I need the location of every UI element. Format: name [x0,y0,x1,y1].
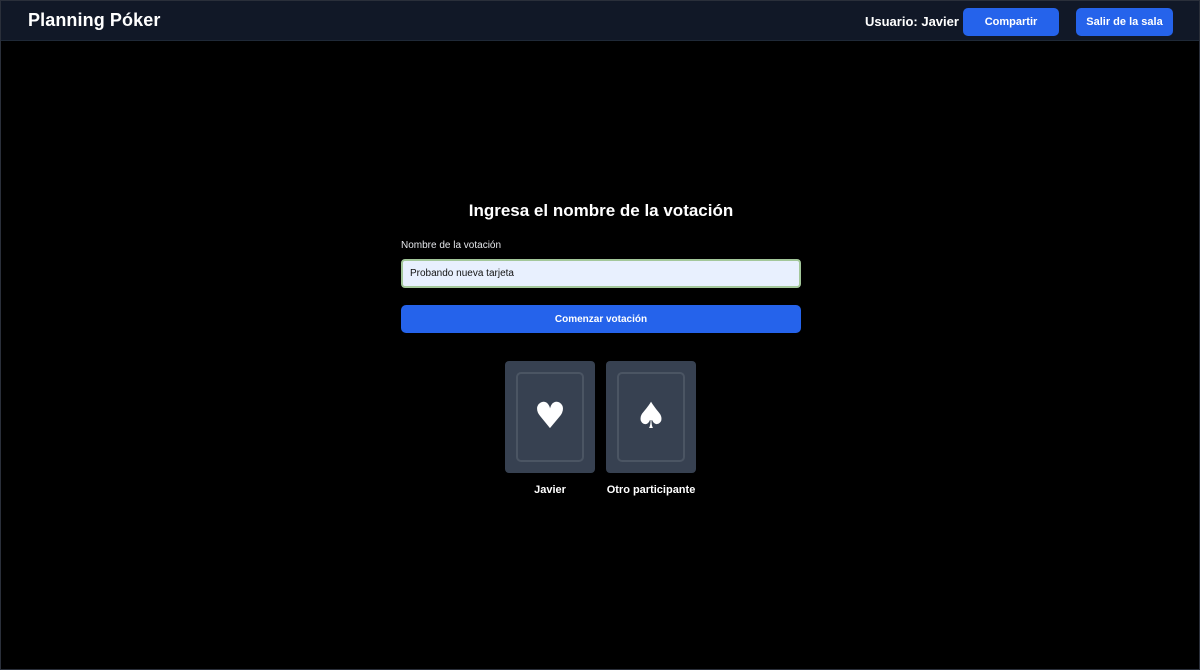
share-button[interactable]: Compartir [963,8,1059,36]
vote-name-input[interactable] [401,259,801,288]
participant-card: ♠ [606,361,696,473]
participant-name: Otro participante [606,484,696,496]
current-user-label: Usuario: Javier [865,14,959,29]
start-vote-button[interactable]: Comenzar votación [401,305,801,333]
app-window: Planning Póker Usuario: Javier Compartir… [0,0,1200,670]
participant-card: ♥ [505,361,595,473]
card-face-border: ♥ [516,372,584,462]
participant-name: Javier [534,484,566,496]
vote-form-title: Ingresa el nombre de la votación [468,201,734,220]
app-title: Planning Póker [28,10,161,30]
spade-icon: ♠ [634,396,668,437]
vote-name-label: Nombre de la votación [401,240,502,251]
heart-icon: ♥ [533,396,567,437]
leave-room-button[interactable]: Salir de la sala [1076,8,1173,36]
participant-javier: ♥ Javier [505,361,595,499]
top-navbar: Planning Póker Usuario: Javier Compartir… [1,1,1199,41]
card-face-border: ♠ [617,372,685,462]
participant-otro: ♠ Otro participante [606,361,696,499]
